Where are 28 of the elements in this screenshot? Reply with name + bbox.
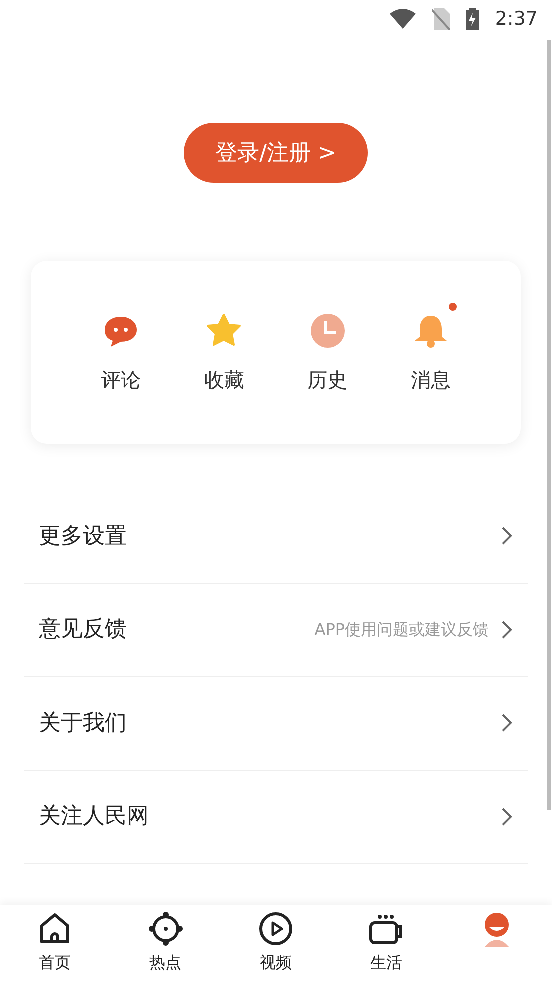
no-sim-icon bbox=[432, 8, 450, 30]
shortcut-label[interactable]: 消息 bbox=[410, 364, 451, 394]
menu-row[interactable]: 关注人民网 bbox=[24, 770, 528, 864]
chevron-right-icon bbox=[501, 526, 513, 546]
menu-label: 关于我们 bbox=[39, 710, 127, 738]
shortcut-label[interactable]: 评论 bbox=[101, 364, 141, 394]
menu-label: 关注人民网 bbox=[39, 803, 149, 832]
tab[interactable]: 热点 bbox=[110, 905, 221, 975]
shortcut-label[interactable]: 历史 bbox=[308, 364, 348, 394]
wifi-icon bbox=[390, 9, 416, 29]
chevron-right-icon bbox=[501, 806, 513, 827]
login-button[interactable]: 登录/注册 > bbox=[184, 123, 368, 183]
battery-icon bbox=[466, 8, 480, 30]
play-icon bbox=[258, 911, 294, 947]
chevron-right-icon bbox=[501, 713, 513, 734]
menu-label: 更多设置 bbox=[39, 522, 127, 551]
crosshair-icon bbox=[148, 911, 184, 947]
chevron-right-icon bbox=[501, 620, 513, 640]
tab[interactable]: 生活 bbox=[331, 905, 442, 975]
tab[interactable]: 视频 bbox=[220, 905, 331, 975]
menu-row[interactable]: 意见反馈 APP使用问题或建议反馈 bbox=[24, 584, 528, 677]
tab[interactable]: 首页 bbox=[0, 905, 110, 975]
menu-row[interactable]: 关于我们 bbox=[24, 677, 528, 770]
status-time: 2:37 bbox=[495, 6, 538, 32]
menu-label: 意见反馈 bbox=[39, 616, 127, 644]
menu-hint: APP使用问题或建议反馈 bbox=[314, 618, 489, 641]
shortcut-label[interactable]: 收藏 bbox=[204, 364, 244, 394]
menu-row[interactable]: 更多设置 bbox=[24, 490, 528, 584]
